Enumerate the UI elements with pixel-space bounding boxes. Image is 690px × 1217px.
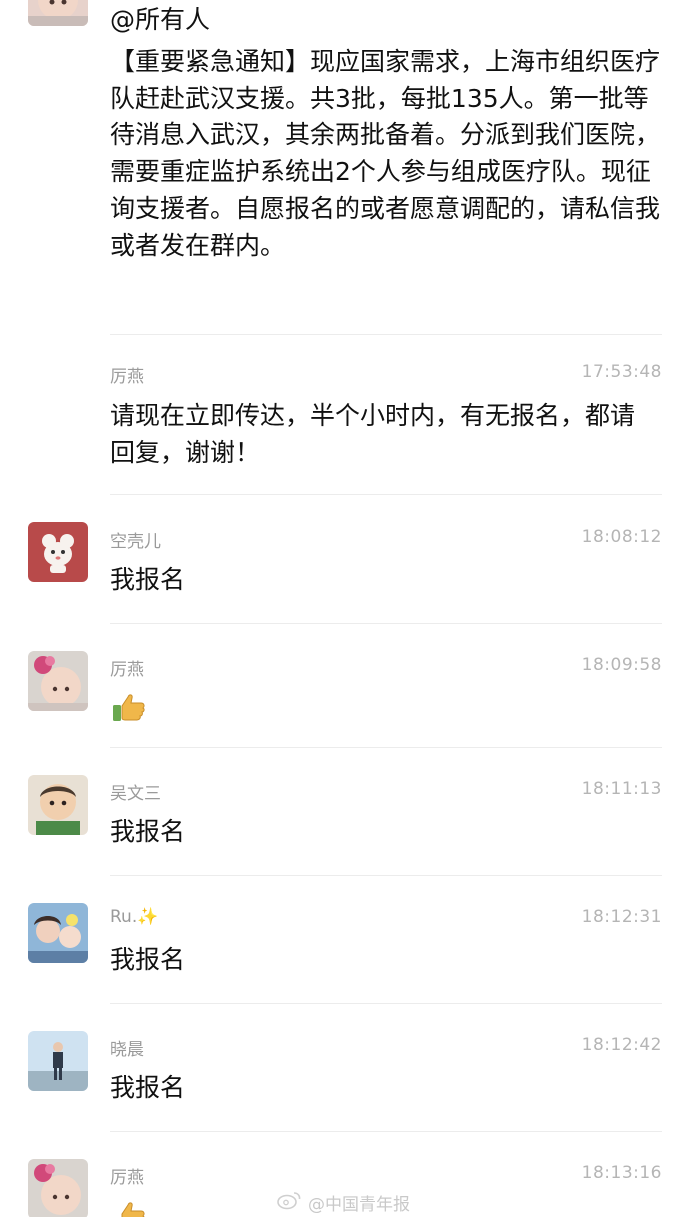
avatar[interactable]: [28, 775, 88, 835]
divider: [110, 875, 662, 876]
watermark: @中国青年报: [276, 1190, 410, 1215]
sender-name: 厉燕: [110, 1168, 144, 1188]
message-text: 我报名: [110, 1073, 186, 1102]
divider: [110, 494, 662, 495]
message-timestamp: 18:11:13: [581, 779, 662, 799]
message-text: 【重要紧急通知】现应国家需求，上海市组织医疗队赶赴武汉支援。共3批，每批135人…: [110, 47, 661, 260]
message-mention: @所有人: [110, 5, 211, 34]
thumbs-up-icon: [110, 1196, 148, 1217]
divider: [110, 623, 662, 624]
message-timestamp: 18:08:12: [581, 527, 662, 547]
sender-name: 吴文三: [110, 784, 161, 804]
divider: [110, 1003, 662, 1004]
sender-name: Ru.✨: [110, 907, 159, 927]
sender-name: 晓晨: [110, 1040, 144, 1060]
avatar[interactable]: [28, 651, 88, 711]
weibo-logo-icon: [276, 1190, 302, 1215]
message-text: 我报名: [110, 565, 186, 594]
avatar[interactable]: [28, 1031, 88, 1091]
message-timestamp: 18:12:42: [581, 1035, 662, 1055]
avatar[interactable]: [28, 903, 88, 963]
divider: [110, 1131, 662, 1132]
message-timestamp: 17:53:48: [581, 362, 662, 382]
message-timestamp: 18:12:31: [581, 907, 662, 927]
thumbs-up-icon: [110, 688, 148, 726]
message-timestamp: 18:09:58: [581, 655, 662, 675]
avatar[interactable]: [28, 1159, 88, 1217]
divider: [110, 334, 662, 335]
message-text: 请现在立即传达，半个小时内，有无报名，都请回复，谢谢！: [110, 401, 636, 467]
sender-name: 空壳儿: [110, 532, 161, 552]
sender-name: 厉燕: [110, 367, 144, 387]
divider: [110, 747, 662, 748]
message-text: 我报名: [110, 817, 186, 846]
message-timestamp: 18:13:16: [581, 1163, 662, 1183]
message-text: 我报名: [110, 945, 186, 974]
sender-name: 厉燕: [110, 660, 144, 680]
chat-feed[interactable]: @所有人 【重要紧急通知】现应国家需求，上海市组织医疗队赶赴武汉支援。共3批，每…: [0, 0, 690, 1217]
avatar[interactable]: [28, 522, 88, 582]
avatar[interactable]: [28, 0, 88, 26]
watermark-text: @中国青年报: [308, 1195, 410, 1215]
